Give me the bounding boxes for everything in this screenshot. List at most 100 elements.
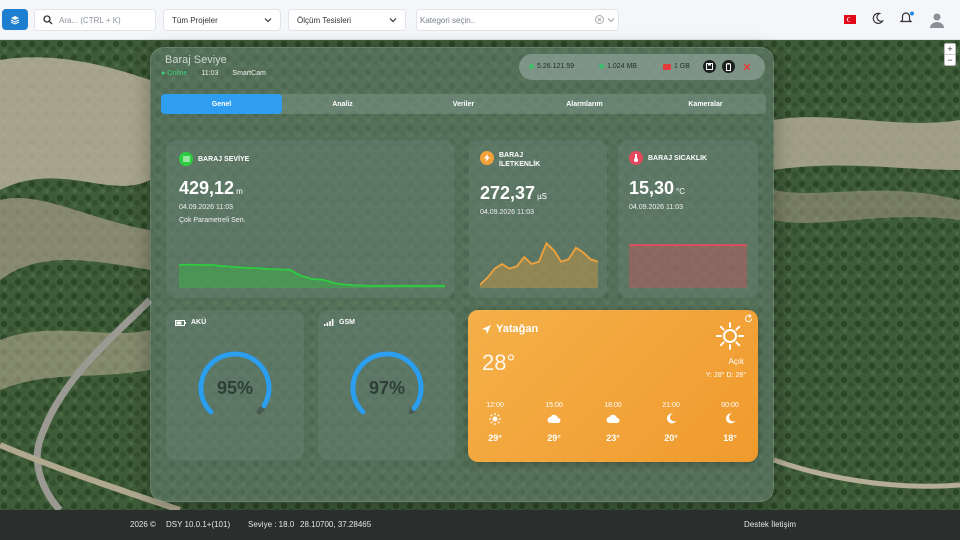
refresh-icon[interactable]	[744, 314, 753, 323]
forecast-item: 12:00 29°	[486, 402, 504, 443]
temperature-card-header: BARAJ SICAKLIK	[629, 151, 707, 165]
conductivity-card-title-2: İLETKENLİK	[499, 161, 541, 168]
gsm-card-title: GSM	[339, 319, 355, 326]
device-info-pill: 5.26.121.59 1.024 MB 1 GB	[519, 54, 765, 80]
turkey-flag-icon[interactable]	[844, 15, 856, 24]
zoom-in-button[interactable]: +	[945, 44, 955, 55]
layers-button[interactable]	[2, 9, 28, 30]
battery-button[interactable]	[722, 60, 735, 73]
sun-icon	[489, 413, 501, 425]
tab-alarmlarim[interactable]: Alarmlarım	[524, 94, 645, 114]
station-panel: Baraj Seviye ● Online 11:03 SmartCam 5.2…	[150, 47, 774, 502]
copyright: 2026 ©	[130, 520, 156, 529]
close-icon[interactable]	[743, 63, 751, 71]
conductivity-card-title-1: BARAJ	[499, 152, 524, 159]
cloud-icon	[547, 414, 561, 423]
sim-card-icon	[663, 63, 671, 70]
zoom-out-button[interactable]: −	[945, 55, 955, 65]
temperature-value: 15,30 °C	[629, 178, 686, 198]
temperature-sparkline-area	[629, 245, 747, 288]
conductivity-value: 272,37 µS	[480, 183, 548, 203]
conductivity-card[interactable]: BARAJ İLETKENLİK 272,37 µS 04.09.2026 11:0…	[469, 140, 607, 298]
layers-icon	[10, 15, 20, 25]
level-card[interactable]: BARAJ SEVİYE 429,12 m 04.09.2026 11:03 Ço…	[166, 140, 454, 298]
project-select[interactable]: Tüm Projeler	[163, 9, 281, 31]
save-button[interactable]	[703, 60, 716, 73]
weather-current-temp: 28°	[482, 350, 516, 375]
quota-info: 1 GB	[663, 63, 690, 70]
location-arrow-icon	[482, 324, 491, 334]
sun-icon	[716, 322, 744, 350]
signal-icon	[324, 319, 334, 326]
search-placeholder: Ara... (CTRL + K)	[59, 15, 121, 25]
facility-select-value: Ölçüm Tesisleri	[297, 15, 352, 25]
level-card-header: BARAJ SEVİYE	[179, 152, 249, 166]
last-update-time: 11:03	[201, 70, 219, 77]
chevron-down-icon	[264, 18, 272, 23]
data-usage-info: 1.024 MB	[599, 63, 637, 70]
conductivity-date: 04.09.2026 11:03	[480, 209, 534, 216]
status-bar: 2026 © DSY 10.0.1+(101) Seviye : 18.0 28…	[0, 510, 960, 540]
user-avatar-icon[interactable]	[929, 12, 945, 28]
data-status-dot	[599, 64, 604, 69]
forecast-item: 21:00 20°	[662, 402, 680, 443]
tab-genel[interactable]: Genel	[161, 94, 282, 114]
floppy-icon	[706, 63, 713, 70]
temperature-card[interactable]: BARAJ SICAKLIK 15,30 °C 04.09.2026 11:03	[618, 140, 758, 298]
panel-meta: ● Online 11:03 SmartCam	[161, 70, 266, 77]
level-value: 429,12 m	[179, 178, 243, 198]
temperature-sparkline	[629, 244, 747, 288]
moon-icon	[666, 413, 676, 424]
moon-icon	[725, 413, 735, 424]
level-card-title: BARAJ SEVİYE	[198, 155, 250, 163]
notification-icon[interactable]	[899, 11, 915, 25]
status-badge: ● Online	[161, 70, 188, 77]
gsm-card[interactable]: GSM 97%	[318, 310, 455, 460]
clear-icon[interactable]	[595, 15, 604, 24]
device-name: SmartCam	[232, 70, 266, 77]
battery-gauge: 95%	[198, 351, 272, 415]
level-sparkline-area	[179, 264, 445, 288]
list-icon	[179, 152, 193, 166]
chevron-down-icon	[389, 18, 397, 23]
category-placeholder: Kategori seçin..	[420, 15, 476, 25]
forecast-item: 00:00 18°	[721, 402, 739, 443]
search-input[interactable]: Ara... (CTRL + K)	[34, 9, 156, 31]
battery-icon	[175, 319, 186, 326]
weather-card[interactable]: Yatağan 28° Açık Y: 28° D: 28° 12:00 29°…	[468, 310, 758, 462]
temperature-date: 04.09.2026 11:03	[629, 204, 683, 211]
level-date: 04.09.2026 11:03	[179, 204, 233, 211]
tab-veriler[interactable]: Veriler	[403, 94, 524, 114]
forecast-item: 15:00 29°	[545, 402, 563, 443]
tab-kameralar[interactable]: Kameralar	[645, 94, 766, 114]
level-readout: Seviye : 18.0	[248, 520, 295, 529]
weather-high-low: Y: 28° D: 28°	[705, 372, 746, 379]
chevron-down-icon	[607, 18, 615, 23]
gsm-gauge-label: 97%	[369, 378, 405, 398]
conductivity-sparkline	[480, 241, 598, 288]
support-link[interactable]: Destek İletişim	[744, 520, 796, 529]
battery-card-title: AKÜ	[191, 319, 207, 326]
category-select[interactable]: Kategori seçin..	[416, 9, 619, 31]
coordinates-readout: 28.10700, 37.28465	[300, 520, 372, 529]
weather-condition: Açık	[728, 357, 744, 366]
panel-title: Baraj Seviye	[165, 54, 227, 66]
facility-select[interactable]: Ölçüm Tesisleri	[288, 9, 406, 31]
battery-gauge-label: 95%	[217, 378, 253, 398]
gsm-card-header: GSM	[324, 319, 355, 326]
search-icon	[43, 15, 53, 25]
forecast-item: 18:00 23°	[604, 402, 622, 443]
battery-card[interactable]: AKÜ 95%	[166, 310, 304, 460]
tab-bar: Genel Analiz Veriler Alarmlarım Kamerala…	[161, 94, 766, 114]
map-zoom-control: + −	[944, 43, 956, 66]
project-select-value: Tüm Projeler	[172, 15, 218, 25]
dark-mode-icon[interactable]	[871, 12, 884, 25]
thermometer-icon	[629, 151, 643, 165]
lightning-icon	[480, 151, 494, 165]
battery-icon	[726, 62, 731, 71]
ip-info: 5.26.121.59	[529, 63, 574, 70]
battery-card-header: AKÜ	[175, 319, 206, 326]
tab-analiz[interactable]: Analiz	[282, 94, 403, 114]
weather-location: Yatağan	[482, 323, 538, 335]
conductivity-card-header: BARAJ İLETKENLİK	[480, 151, 540, 169]
